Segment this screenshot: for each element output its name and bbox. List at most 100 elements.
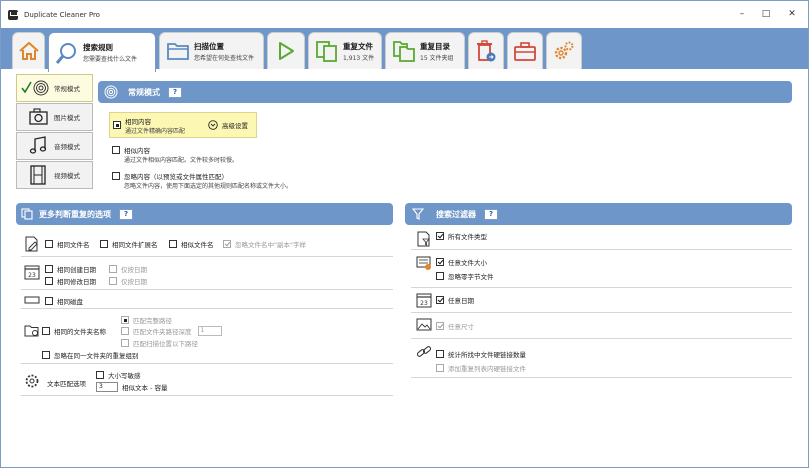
play-icon <box>279 42 294 60</box>
any-file-size-option[interactable]: 任意文件大小 <box>436 257 487 267</box>
add-hardlinks-option[interactable]: 添加重复列表内硬链接文件 <box>436 363 526 373</box>
same-folder-checkbox[interactable] <box>42 327 50 335</box>
divider <box>21 256 393 257</box>
modified-date-only-option[interactable]: 仅按日期 <box>109 276 147 286</box>
text-match-label: 文本匹配选项 <box>47 380 86 388</box>
modified-date-only-checkbox[interactable] <box>109 277 117 285</box>
divider <box>21 363 393 364</box>
same-content-radio[interactable] <box>113 121 121 129</box>
ignore-same-folder-checkbox[interactable] <box>42 351 50 359</box>
file-filter-icon <box>417 231 430 247</box>
any-dimensions-option[interactable]: 任意尺寸 <box>436 321 474 331</box>
duplicate-files-icon <box>316 41 337 62</box>
camera-icon <box>29 108 48 125</box>
close-button[interactable]: ✕ <box>779 6 805 22</box>
add-hardlinks-label: 添加重复列表内硬链接文件 <box>448 365 526 373</box>
ignore-zero-byte-option[interactable]: 忽略零字节文件 <box>436 271 494 281</box>
tab-duplicate-folders[interactable]: 重复目录 15 文件夹组 <box>385 32 465 69</box>
minimize-button[interactable]: – <box>729 6 755 22</box>
nav-regular-mode-label: 常规模式 <box>54 85 80 93</box>
help-button[interactable]: ? <box>168 86 182 98</box>
similar-filename-checkbox[interactable] <box>169 240 177 248</box>
any-date-checkbox[interactable] <box>436 296 444 304</box>
tab-scan-location[interactable]: 扫描位置 您希望在何处查找文件 <box>159 32 264 69</box>
date-filter-calendar-icon: 23 <box>416 293 432 308</box>
magnifier-icon <box>55 42 76 64</box>
same-filename-option[interactable]: 相同文件名 <box>45 239 90 249</box>
same-extension-label: 相同文件扩展名 <box>112 241 158 249</box>
same-folder-option[interactable]: 相同的文件夹名称 <box>42 326 106 336</box>
option-ignore-content[interactable]: 忽略内容（以预览或文件属性匹配） 忽略文件内容，使用下面选定的其他规则匹配名称或… <box>112 171 292 190</box>
more-options-help-button[interactable]: ? <box>119 208 133 220</box>
any-dimensions-checkbox[interactable] <box>436 322 444 330</box>
nav-regular-mode[interactable]: 常规模式 <box>16 74 93 102</box>
similar-text-option[interactable]: 3 相似文本 - 容量 <box>96 382 167 392</box>
any-date-option[interactable]: 任意日期 <box>436 295 474 305</box>
ignore-same-folder-option[interactable]: 忽略在同一文件夹的重复组别 <box>42 350 139 360</box>
match-depth-option[interactable]: 匹配文件夹路径深度 1 <box>121 326 222 336</box>
nav-video-mode[interactable]: 视频模式 <box>16 161 93 189</box>
divider <box>411 287 792 288</box>
tab-home[interactable] <box>12 32 45 69</box>
case-sensitive-option[interactable]: 大小写敏感 <box>96 370 141 380</box>
advanced-settings-button[interactable]: 高级设置 <box>208 120 248 130</box>
created-date-only-option[interactable]: 仅按日期 <box>109 264 147 274</box>
same-modified-option[interactable]: 相同修改日期 <box>45 276 96 286</box>
same-filename-checkbox[interactable] <box>45 240 53 248</box>
ignore-zero-byte-checkbox[interactable] <box>436 272 444 280</box>
tab-start-scan[interactable] <box>267 32 305 69</box>
copy-icon <box>21 208 33 220</box>
same-drive-checkbox[interactable] <box>45 297 53 305</box>
created-date-only-checkbox[interactable] <box>109 265 117 273</box>
match-depth-radio[interactable] <box>121 327 129 335</box>
maximize-button[interactable]: □ <box>753 6 779 22</box>
tab-duplicate-folders-title: 重复目录 <box>420 41 450 51</box>
tab-duplicate-files[interactable]: 重复文件 1,913 文件 <box>308 32 382 69</box>
divider <box>411 338 792 339</box>
any-file-size-checkbox[interactable] <box>436 258 444 266</box>
same-extension-option[interactable]: 相同文件扩展名 <box>100 239 158 249</box>
link-icon <box>416 346 432 357</box>
case-sensitive-checkbox[interactable] <box>96 371 104 379</box>
same-drive-option[interactable]: 相同磁盘 <box>45 296 83 306</box>
similar-content-radio[interactable] <box>112 146 120 154</box>
match-below-option[interactable]: 匹配扫描位置以下路径 <box>121 338 198 348</box>
same-extension-checkbox[interactable] <box>100 240 108 248</box>
window-title: Duplicate Cleaner Pro <box>24 10 100 19</box>
same-created-option[interactable]: 相同创建日期 <box>45 264 96 274</box>
search-filters-help-button[interactable]: ? <box>484 208 498 220</box>
fingerprint-icon <box>104 85 118 99</box>
count-hardlinks-option[interactable]: 统计所找中文件硬链接数量 <box>436 349 526 359</box>
app-logo-icon <box>8 9 18 20</box>
all-file-types-checkbox[interactable] <box>436 232 444 240</box>
ignore-copy-checkbox[interactable] <box>223 240 231 248</box>
add-hardlinks-checkbox[interactable] <box>436 364 444 372</box>
same-created-label: 相同创建日期 <box>57 266 96 274</box>
chevron-down-circle-icon <box>208 120 218 130</box>
text-settings-gear-icon <box>25 374 39 388</box>
same-modified-checkbox[interactable] <box>45 277 53 285</box>
ignore-content-radio[interactable] <box>112 172 120 180</box>
count-hardlinks-checkbox[interactable] <box>436 350 444 358</box>
tab-toolbox[interactable] <box>507 32 543 69</box>
tab-options[interactable] <box>546 32 582 69</box>
similar-filename-option[interactable]: 相似文件名 <box>169 239 214 249</box>
match-below-radio[interactable] <box>121 339 129 347</box>
file-size-icon <box>416 256 431 270</box>
similar-text-spinner[interactable]: 3 <box>96 382 118 392</box>
all-file-types-option[interactable]: 所有文件类型 <box>436 231 487 241</box>
match-full-path-option[interactable]: 匹配完整路径 <box>121 315 172 325</box>
nav-audio-mode[interactable]: 音频模式 <box>16 132 93 160</box>
nav-image-mode[interactable]: 图片模式 <box>16 103 93 131</box>
match-full-path-radio[interactable] <box>121 316 129 324</box>
same-content-title: 相同内容 <box>125 117 151 126</box>
film-icon <box>30 165 46 185</box>
tab-remove[interactable] <box>468 32 504 69</box>
depth-spinner[interactable]: 1 <box>197 326 222 336</box>
option-similar-content[interactable]: 相似内容 通过文件相似内容匹配。文件较多时较慢。 <box>112 145 238 164</box>
same-created-checkbox[interactable] <box>45 265 53 273</box>
tab-search-rules[interactable]: 搜索规则 您需要查找什么文件 <box>48 32 156 72</box>
filename-icon <box>25 236 38 252</box>
ignore-copy-option[interactable]: 忽略文件名中"副本"字样 <box>223 239 306 249</box>
similar-filename-label: 相似文件名 <box>181 241 214 249</box>
